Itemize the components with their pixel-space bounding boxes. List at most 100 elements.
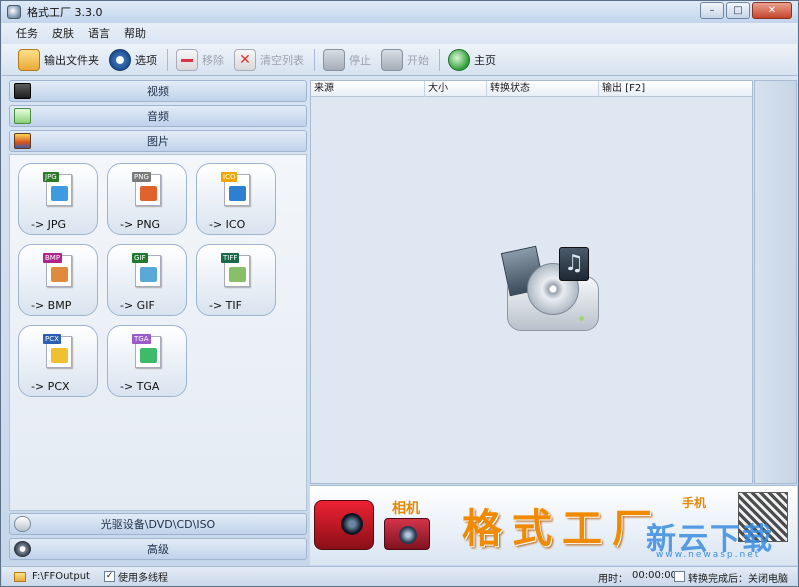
gear-icon	[109, 48, 131, 71]
format-tag: PNG	[132, 172, 151, 182]
output-path: F:\FFOutput	[32, 571, 90, 582]
format-gif-button[interactable]: GIF -> GIF	[107, 244, 187, 316]
app-window: 格式工厂 3.3.0 – □ ✕ 任务 皮肤 语言 帮助 输出文件夹 选项 移除…	[0, 0, 799, 587]
bmp-file-icon: BMP	[43, 253, 72, 287]
home-button[interactable]: 主页	[448, 48, 496, 71]
format-pcx-button[interactable]: PCX -> PCX	[18, 325, 98, 397]
output-folder-label: 输出文件夹	[44, 53, 99, 67]
category-image-label: 图片	[147, 135, 169, 148]
format-bmp-button[interactable]: BMP -> BMP	[18, 244, 98, 316]
video-icon	[14, 83, 31, 99]
photo-camera-icon	[384, 518, 430, 550]
format-label: -> TGA	[120, 380, 160, 393]
start-button[interactable]: 开始	[381, 48, 429, 71]
task-list-panel: 来源 大小 转换状态 输出 [F2] ♫	[310, 80, 753, 484]
clear-list-label: 清空列表	[260, 53, 304, 67]
image-icon	[14, 133, 31, 149]
gif-file-icon: GIF	[132, 253, 161, 287]
format-tga-button[interactable]: TGA -> TGA	[107, 325, 187, 397]
toolbar-separator	[439, 48, 440, 71]
video-camera-icon	[314, 500, 374, 550]
options-button[interactable]: 选项	[109, 48, 157, 71]
watermark-url: www.newasp.net	[656, 550, 761, 560]
format-tag: BMP	[43, 253, 63, 263]
after-complete-checkbox[interactable]	[674, 571, 685, 582]
category-disc[interactable]: 光驱设备\DVD\CD\ISO	[9, 513, 307, 535]
folder-icon	[18, 48, 40, 71]
category-image[interactable]: 图片	[9, 130, 307, 152]
tif-file-icon: TIFF	[221, 253, 250, 287]
advanced-gear-icon	[14, 541, 31, 557]
music-note-icon: ♫	[559, 247, 589, 281]
stop-label: 停止	[349, 53, 371, 67]
pcx-file-icon: PCX	[43, 334, 72, 368]
after-complete-label[interactable]: 转换完成后：关闭电脑	[688, 570, 788, 585]
elapsed-time-label: 用时：	[598, 574, 628, 585]
format-picture	[140, 348, 157, 363]
disc-icon	[14, 516, 31, 532]
status-bar: F:\FFOutput ✓ 使用多线程 用时： 00:00:00 转换完成后：关…	[2, 566, 797, 586]
format-label: -> GIF	[120, 299, 155, 312]
format-picture	[229, 186, 246, 201]
column-output[interactable]: 输出 [F2]	[599, 81, 752, 97]
format-picture	[51, 348, 68, 363]
banner-title: 格式工厂	[462, 505, 662, 552]
app-icon	[7, 5, 21, 19]
power-led-icon	[579, 316, 584, 321]
menu-task[interactable]: 任务	[16, 25, 38, 41]
format-png-button[interactable]: PNG -> PNG	[107, 163, 187, 235]
right-side-strip	[754, 80, 797, 484]
home-icon	[448, 48, 470, 71]
format-tag: TGA	[132, 334, 151, 344]
output-folder-icon[interactable]	[14, 571, 26, 582]
clear-list-button[interactable]: ✕ 清空列表	[234, 48, 304, 71]
format-picture	[51, 267, 68, 282]
window-title: 格式工厂 3.3.0	[27, 6, 103, 19]
ico-file-icon: ICO	[221, 172, 250, 206]
format-label: -> TIF	[209, 299, 242, 312]
column-status[interactable]: 转换状态	[487, 80, 599, 97]
format-tag: JPG	[43, 172, 59, 182]
minimize-button[interactable]: –	[700, 2, 724, 19]
title-bar: 格式工厂 3.3.0 – □ ✕	[1, 1, 798, 23]
close-button[interactable]: ✕	[752, 2, 792, 19]
format-picture	[140, 267, 157, 282]
menu-help[interactable]: 帮助	[124, 25, 146, 41]
task-table-header: 来源 大小 转换状态 输出 [F2]	[311, 80, 752, 97]
stop-button[interactable]: 停止	[323, 48, 371, 71]
remove-label: 移除	[202, 53, 224, 67]
category-video[interactable]: 视频	[9, 80, 307, 102]
lower-categories: 光驱设备\DVD\CD\ISO 高级	[9, 513, 307, 563]
format-jpg-button[interactable]: JPG -> JPG	[18, 163, 98, 235]
category-audio[interactable]: 音频	[9, 105, 307, 127]
format-tag: GIF	[132, 253, 148, 263]
menu-skin[interactable]: 皮肤	[52, 25, 74, 41]
window-controls: – □ ✕	[700, 2, 792, 19]
remove-icon	[176, 48, 198, 71]
column-source[interactable]: 来源	[311, 80, 425, 97]
category-video-label: 视频	[147, 85, 169, 98]
menu-language[interactable]: 语言	[88, 25, 110, 41]
format-label: -> JPG	[31, 218, 67, 231]
column-size[interactable]: 大小	[425, 80, 487, 97]
format-label: -> BMP	[31, 299, 72, 312]
camera-label: 相机	[392, 501, 420, 517]
format-picture	[140, 186, 157, 201]
format-tif-button[interactable]: TIFF -> TIF	[196, 244, 276, 316]
category-advanced[interactable]: 高级	[9, 538, 307, 560]
multithread-label: 使用多线程	[117, 573, 168, 584]
jpg-file-icon: JPG	[43, 172, 72, 206]
format-tag: ICO	[221, 172, 238, 182]
audio-icon	[14, 108, 31, 124]
format-ico-button[interactable]: ICO -> ICO	[196, 163, 276, 235]
promo-banner[interactable]: 相机 格式工厂 手机 新云下载 www.newasp.net	[310, 485, 797, 565]
start-icon	[381, 48, 403, 71]
maximize-button[interactable]: □	[726, 2, 750, 19]
tga-file-icon: TGA	[132, 334, 161, 368]
category-disc-label: 光驱设备\DVD\CD\ISO	[100, 518, 216, 531]
remove-button[interactable]: 移除	[176, 48, 224, 71]
output-folder-button[interactable]: 输出文件夹	[18, 48, 99, 71]
toolbar: 输出文件夹 选项 移除 ✕ 清空列表 停止 开始 主页	[2, 44, 797, 76]
multithread-checkbox[interactable]: ✓	[103, 571, 115, 582]
home-label: 主页	[474, 53, 496, 67]
